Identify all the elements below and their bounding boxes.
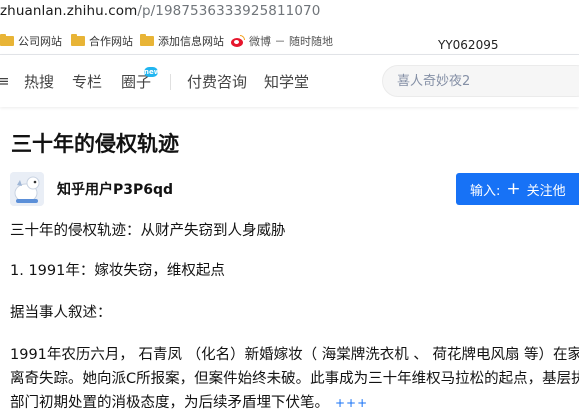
author-name[interactable]: 知乎用户P3P6qd	[57, 179, 173, 199]
plus-icon: +	[506, 178, 521, 199]
article-paragraph-last: 部门初期处置的消极态度，为后续矛盾埋下伏笔。 +++	[10, 391, 368, 415]
bookmark-add-info-sites[interactable]: 添加信息网站	[140, 33, 224, 49]
weibo-icon	[231, 35, 245, 47]
author-row: 知乎用户P3P6qd 输入: + 关注他	[10, 172, 579, 206]
url-host: zhuanlan.zhihu.com	[0, 3, 138, 19]
bookmark-label: 公司网站	[18, 35, 62, 48]
bookmark-company-sites[interactable]: 公司网站	[0, 33, 62, 49]
bookmark-label: 微博 － 随时随地	[249, 35, 333, 48]
folder-icon	[71, 34, 85, 46]
article-paragraph: 据当事人叙述：	[10, 305, 112, 321]
nav-divider	[170, 74, 171, 90]
new-badge: new	[144, 67, 161, 77]
follow-button[interactable]: 输入: + 关注他	[456, 173, 579, 205]
article-paragraph: 1991年农历六月， 石青凤 （化名）新婚嫁妆（ 海棠牌洗衣机 、 荷花牌电风扇…	[10, 347, 579, 363]
follow-prefix: 输入:	[470, 183, 501, 199]
nav-column[interactable]: 专栏	[72, 71, 102, 92]
avatar-image	[10, 172, 44, 206]
bookmark-weibo[interactable]: 微博 － 随时随地	[231, 33, 333, 49]
paragraph-text: 部门初期处置的消极态度，为后续矛盾埋下伏笔。	[10, 395, 329, 411]
folder-icon	[0, 34, 14, 46]
nav-zhixuetang[interactable]: 知学堂	[264, 71, 309, 92]
bookmark-label: 添加信息网站	[158, 35, 224, 48]
article-paragraph: 三十年的侵权轨迹：从财产失窃到人身威胁	[10, 223, 286, 239]
bookmark-label: 合作网站	[89, 35, 133, 48]
address-bar[interactable]: zhuanlan.zhihu.com/p/1987536333925811070	[0, 0, 579, 26]
follow-label: 关注他	[526, 183, 566, 199]
article-paragraph: 离奇失踪。她向派C所报案，但案件始终未破。此事成为三十年维权马拉松的起点，基层执…	[10, 371, 579, 387]
more-indicator[interactable]: +++	[335, 391, 368, 415]
folder-icon	[140, 34, 154, 46]
url-path: /p/1987536333925811070	[137, 3, 321, 19]
search-input[interactable]	[397, 72, 577, 90]
bookmark-partner-sites[interactable]: 合作网站	[71, 33, 133, 49]
search-box[interactable]	[382, 65, 579, 97]
article-title: 三十年的侵权轨迹	[11, 132, 179, 156]
article-paragraph: 1. 1991年：嫁妆失窃，维权起点	[10, 263, 225, 279]
menu-icon[interactable]: ≡	[0, 72, 10, 90]
nav-hot-search[interactable]: 热搜	[24, 71, 54, 92]
avatar[interactable]	[10, 172, 44, 206]
url-text[interactable]: zhuanlan.zhihu.com/p/1987536333925811070	[0, 3, 320, 19]
site-header: ≡ 热搜 专栏 圈子 new 付费咨询 知学堂	[0, 55, 579, 107]
overlay-label: YY062095	[438, 38, 499, 52]
nav-paid-consult[interactable]: 付费咨询	[187, 71, 247, 92]
